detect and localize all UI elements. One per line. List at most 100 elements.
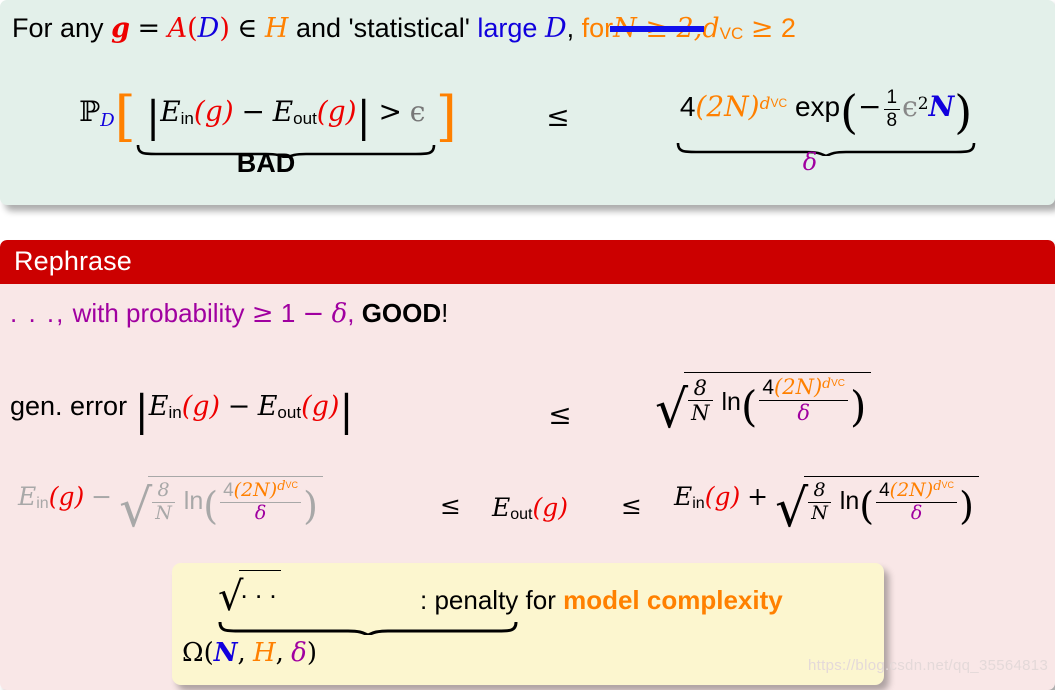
penalty-radicand: . . . [238,570,281,605]
model-complexity-label: model complexity [563,585,783,615]
penalty-underbrace [218,620,518,635]
exp-function: exp [794,91,841,122]
vc-inequality-relation: ≤ [546,100,570,133]
sw-e-in-r-arg: (g) [704,482,741,511]
gen-minus: − [227,391,251,422]
underbrace-label-bad: BAD [236,148,296,178]
e-out-subscript: out [293,109,317,128]
delta-symbol: δ [331,299,348,329]
omega-open-paren: ( [203,638,214,668]
equals-sign: = [137,13,161,44]
vc-inequality-lhs: ℙD[|Ein(g) − Eout(g)| > ϵ] BAD [38,85,498,178]
generalization-relation: ≤ [548,398,572,431]
sandwich-e-out: Eout(g) [492,493,568,524]
vc-inequality-row: ℙD[|Ein(g) − Eout(g)| > ϵ] BAD ≤ 4(2N)… [0,85,1055,196]
frac-num-8-3: 8 [808,480,831,503]
dvc-exponent-sub: VC [770,96,788,110]
probability-subscript: D [100,110,115,131]
abs-bar-close: | [356,92,371,141]
omega-hypothesis-set: H [252,638,276,668]
sw-e-out-arg: (g) [532,493,569,522]
exp-epsilon: ϵ [902,90,918,123]
frac-den-delta-1: δ [797,401,810,426]
sw-e-out-sub: out [510,506,533,523]
frac-den-N-2: N [155,502,172,524]
e-in-subscript: in [180,109,194,128]
vc-bound-expression: 4(2N)dVC exp(− 1 8 ϵ2N) [676,86,976,156]
inner-4-3: 4 [879,480,890,502]
vc-bound-panel: For any g = A(D) ∈ H and 'statistical' l… [0,0,1055,205]
penalty-callout: √. . . : penalty for model complexity Ω(… [172,563,884,685]
frac-num-inner-2: 4(2N)dVC [220,479,302,503]
hypothesis-set-symbol: H [264,13,289,44]
ln-close-paren-2: ) [303,484,318,528]
frac-den-N: N [691,401,710,426]
omega-comma-1: , [237,638,246,668]
underbrace-label-delta: δ [802,148,818,176]
vc-inequality-rhs: 4(2N)dVC exp(− 1 8 ϵ2N) δ [616,86,1036,176]
probability-statement-line: . . ., with probability ≥ 1 − δ, GOOD! [10,298,448,329]
gen-e-in: E [148,391,169,422]
large-word: large [477,13,538,43]
inner-dvc-sub-1: VC [831,378,846,389]
ln-close-paren-1: ) [850,382,867,432]
element-of-icon: ∈ [237,13,258,44]
radicand-2: 8N ln(4(2N)dVC δ) [148,476,323,528]
frac-den-delta-2: δ [254,502,267,524]
inner-2N-2: (2N) [233,479,278,502]
one-eighth-fraction: 18 [883,88,901,131]
sw-e-in: E [18,482,37,511]
close-paren-1: ) [219,13,230,44]
exp-open-paren: ( [840,85,859,139]
radicand-3: 8N ln(4(2N)dVC δ) [804,476,979,528]
minus-sign-2: − [302,299,325,329]
algorithm-symbol: A [167,13,188,44]
rephrase-panel: Rephrase . . ., with probability ≥ 1 − δ… [0,240,1055,690]
frac-numerator: 1 [883,88,901,110]
sqrt-bound-1: √ 8 N ln(4(2N)dVC δ) [655,372,872,440]
delta-bound-group: 4(2N)dVC exp(− 1 8 ϵ2N) [676,86,976,156]
omega-N: N [213,638,238,668]
exp-N: N [928,90,955,123]
growth-term: (2N) [695,90,760,123]
dataset-symbol: D [197,13,220,44]
one-value: 1 [280,298,296,328]
inner-dvc-sub-2: VC [285,480,299,491]
inner-2N-3: (2N) [889,479,934,502]
inner-dvc-2: d [277,479,286,495]
omega-comma-2: , [275,638,284,668]
open-paren-1: ( [187,13,198,44]
sandwich-inequality-row: Ein(g) − √ 8 N ln(4(2N)dVC δ) ≤ Eout(g) ≤ E… [8,475,1055,555]
hypothesis-g: g [111,13,130,44]
ellipsis-text: . . ., [10,298,66,328]
gen-e-in-arg: (g) [181,391,221,422]
for-word: for [581,13,614,43]
delta-frac-1: 4(2N)dVC δ [759,376,849,426]
inner-4-2: 4 [223,480,234,502]
eight-over-N-frac-2: 8N [152,480,175,524]
frac-num-inner-3: 4(2N)dVC [876,479,958,503]
probability-expression: ℙD[|Ein(g) − Eout(g)| > ϵ] [79,85,457,159]
with-probability-text: with probability [72,298,245,328]
omega-delta: δ [291,638,307,668]
comma-2: , [347,298,355,328]
inner-dvc-sub-3: VC [941,480,955,491]
coefficient-four: 4 [679,91,696,122]
omega-close-paren: ) [306,638,317,668]
probability-symbol: ℙ [79,95,101,128]
exp-close-paren: ) [954,85,973,139]
ln-close-paren-3: ) [959,484,974,528]
e-in-symbol: E [160,95,181,128]
sqrt-bound-3: √ 8 N ln(4(2N)dVC δ) [775,476,979,539]
ln-open-paren-2: ( [203,484,219,528]
watermark-text: https://blog.csdn.net/qq_35564813 [808,657,1049,674]
generalization-bound: √ 8 N ln(4(2N)dVC δ) [655,372,872,440]
dataset-symbol-2: D [544,13,567,44]
eight-over-N-frac: 8N [688,377,713,426]
frac-num-8: 8 [688,377,713,402]
frac-num-inner-1: 4(2N)dVC [759,376,849,402]
good-label: GOOD [361,298,442,328]
exp-epsilon-power: 2 [917,94,929,114]
generalization-error-row: gen. error |Ein(g) − Eout(g)| ≤ √ 8 N ln(4… [0,372,1055,456]
sandwich-lower-bound: Ein(g) − √ 8 N ln(4(2N)dVC δ) [18,476,323,539]
